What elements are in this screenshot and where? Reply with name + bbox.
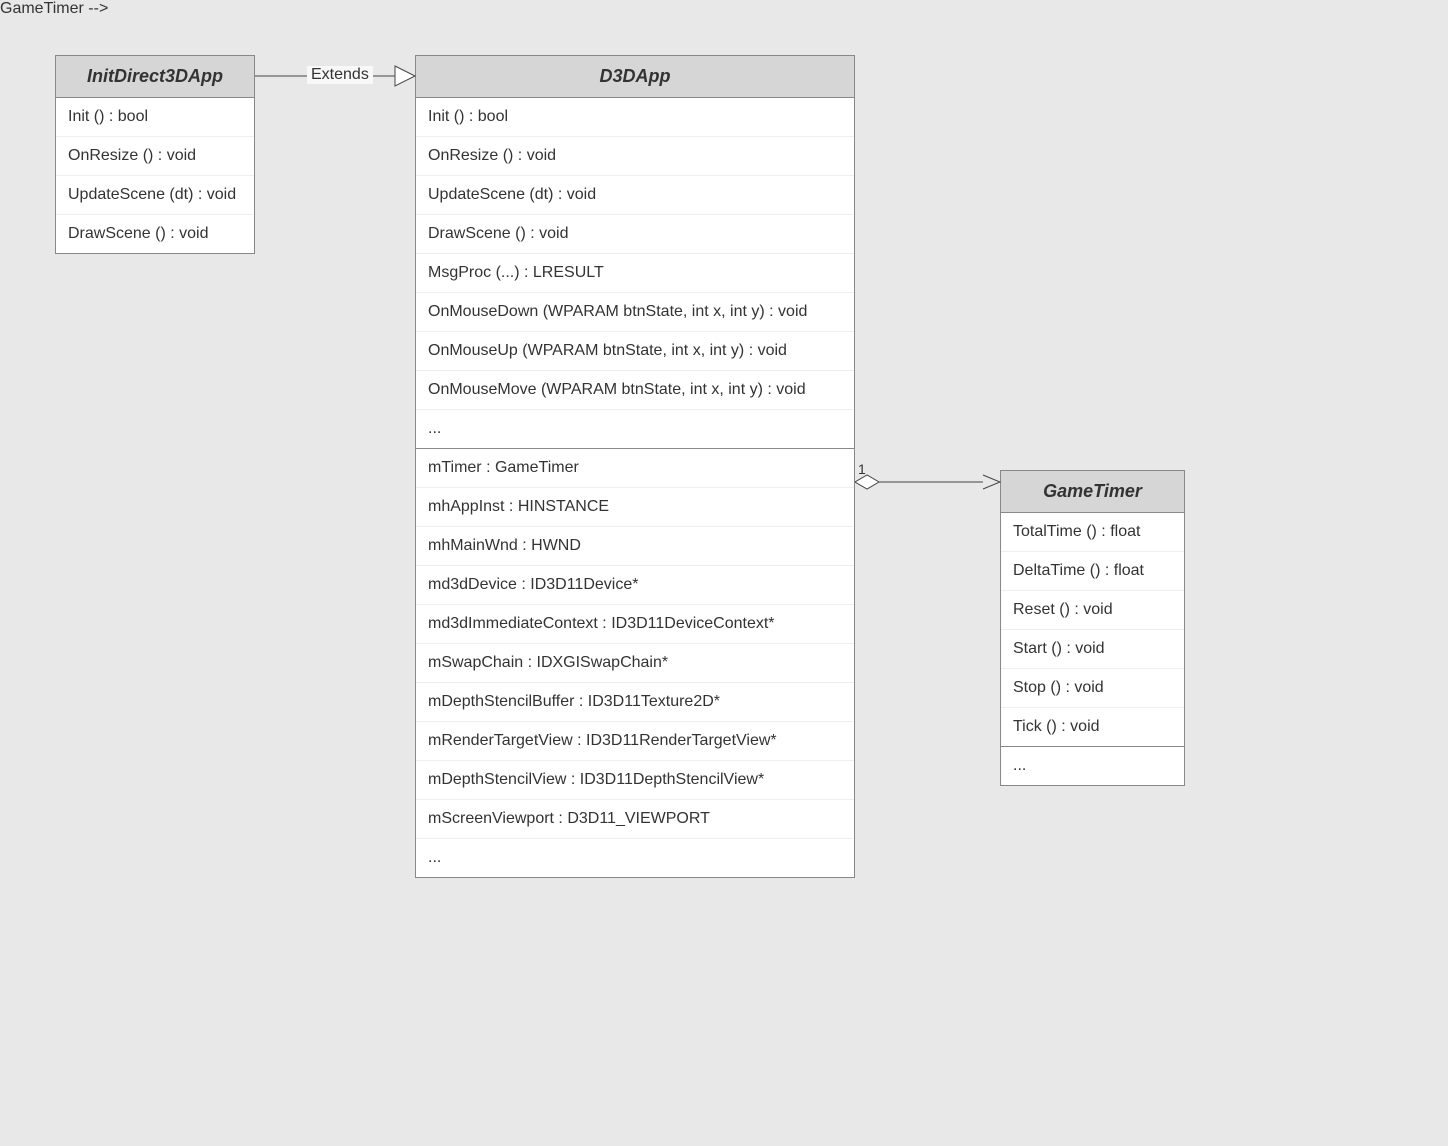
class-title: GameTimer — [1001, 471, 1184, 513]
class-initdirect3dapp: InitDirect3DApp Init () : bool OnResize … — [55, 55, 255, 254]
method: Init () : bool — [416, 98, 854, 137]
method: OnResize () : void — [56, 137, 254, 176]
extends-label: Extends — [307, 66, 373, 84]
class-d3dapp: D3DApp Init () : bool OnResize () : void… — [415, 55, 855, 878]
method: Stop () : void — [1001, 669, 1184, 708]
methods-section: Init () : bool OnResize () : void Update… — [56, 98, 254, 253]
method: TotalTime () : float — [1001, 513, 1184, 552]
method: Tick () : void — [1001, 708, 1184, 746]
attributes-section: ... — [1001, 747, 1184, 785]
attribute: md3dImmediateContext : ID3D11DeviceConte… — [416, 605, 854, 644]
class-gametimer: GameTimer TotalTime () : float DeltaTime… — [1000, 470, 1185, 786]
attribute: mhMainWnd : HWND — [416, 527, 854, 566]
method: OnMouseDown (WPARAM btnState, int x, int… — [416, 293, 854, 332]
class-title: D3DApp — [416, 56, 854, 98]
method: DeltaTime () : float — [1001, 552, 1184, 591]
attribute: mDepthStencilView : ID3D11DepthStencilVi… — [416, 761, 854, 800]
attribute: mhAppInst : HINSTANCE — [416, 488, 854, 527]
class-title: InitDirect3DApp — [56, 56, 254, 98]
method: OnResize () : void — [416, 137, 854, 176]
aggregation-multiplicity: 1 — [858, 461, 866, 477]
method: UpdateScene (dt) : void — [416, 176, 854, 215]
attribute: mSwapChain : IDXGISwapChain* — [416, 644, 854, 683]
attribute: mScreenViewport : D3D11_VIEWPORT — [416, 800, 854, 839]
method: Start () : void — [1001, 630, 1184, 669]
method: Reset () : void — [1001, 591, 1184, 630]
method: OnMouseUp (WPARAM btnState, int x, int y… — [416, 332, 854, 371]
method: UpdateScene (dt) : void — [56, 176, 254, 215]
method: ... — [416, 410, 854, 448]
method: Init () : bool — [56, 98, 254, 137]
methods-section: TotalTime () : float DeltaTime () : floa… — [1001, 513, 1184, 747]
method: DrawScene () : void — [416, 215, 854, 254]
aggregation-connector — [855, 470, 1003, 500]
methods-section: Init () : bool OnResize () : void Update… — [416, 98, 854, 449]
attribute: ... — [1001, 747, 1184, 785]
method: MsgProc (...) : LRESULT — [416, 254, 854, 293]
attribute: mRenderTargetView : ID3D11RenderTargetVi… — [416, 722, 854, 761]
attribute: mTimer : GameTimer — [416, 449, 854, 488]
attributes-section: mTimer : GameTimer mhAppInst : HINSTANCE… — [416, 449, 854, 877]
attribute: ... — [416, 839, 854, 877]
attribute: mDepthStencilBuffer : ID3D11Texture2D* — [416, 683, 854, 722]
attribute: md3dDevice : ID3D11Device* — [416, 566, 854, 605]
method: DrawScene () : void — [56, 215, 254, 253]
method: OnMouseMove (WPARAM btnState, int x, int… — [416, 371, 854, 410]
